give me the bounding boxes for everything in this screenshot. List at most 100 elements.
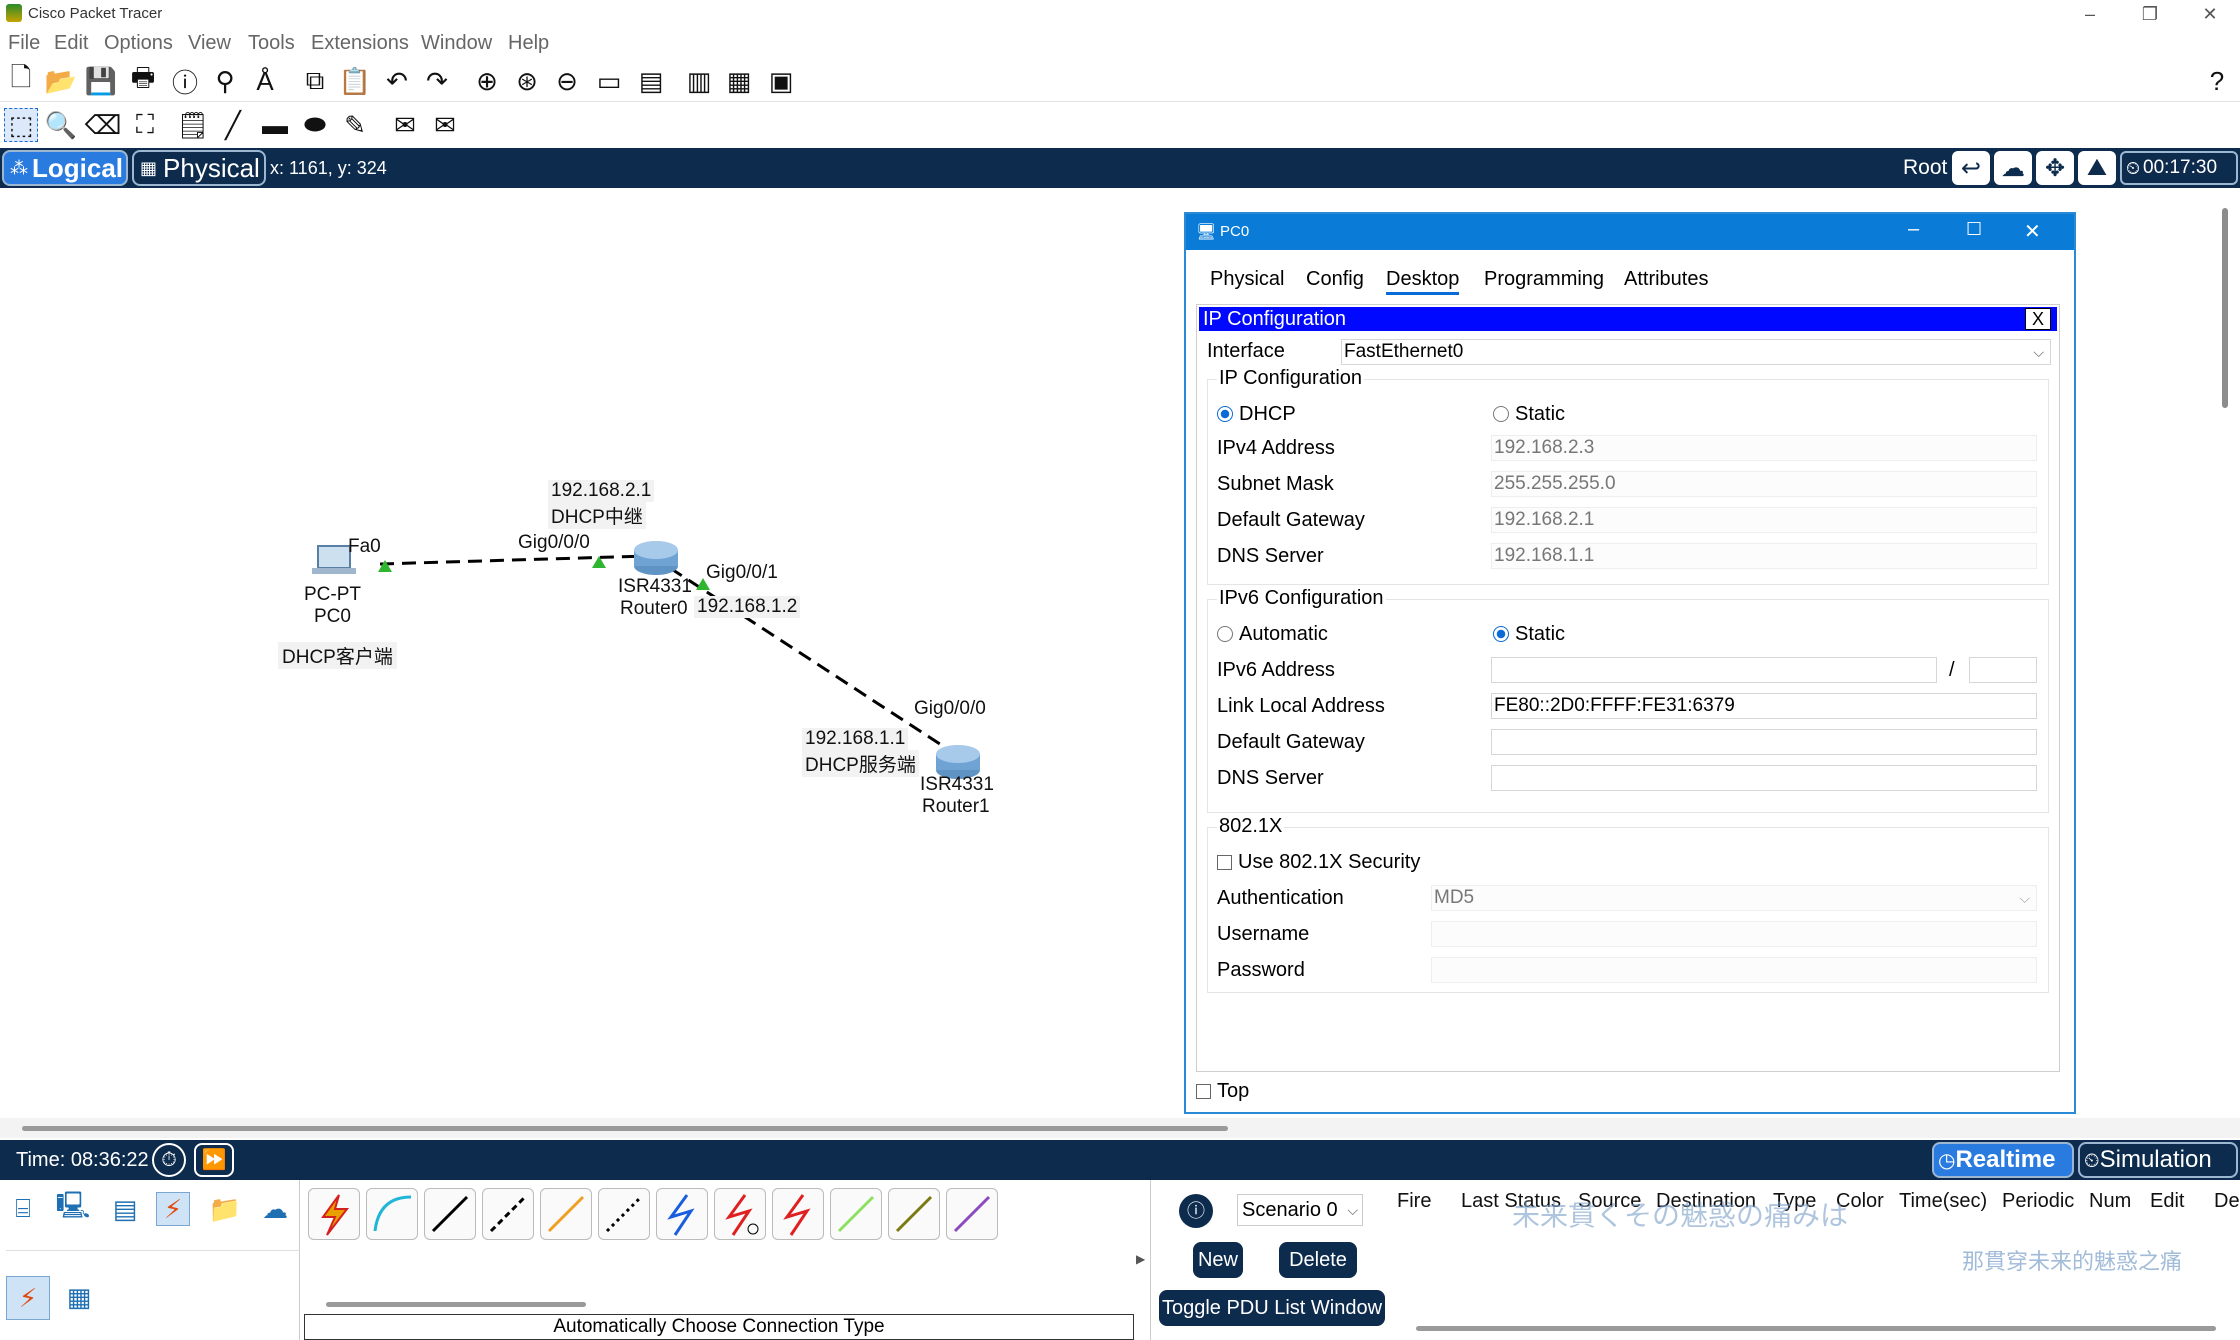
use-dot1x-checkbox[interactable]: Use 802.1X Security: [1217, 851, 1420, 874]
interface-select[interactable]: FastEthernet0 ⌵: [1341, 339, 2051, 365]
tab-programming[interactable]: Programming: [1484, 268, 1604, 291]
console-cable-icon[interactable]: [366, 1188, 418, 1240]
ipv6-automatic-radio[interactable]: Automatic: [1217, 623, 1328, 646]
network-wizard-icon[interactable]: ⚲: [208, 64, 242, 98]
cluster-icon[interactable]: ▦: [722, 64, 756, 98]
zoom-in-icon[interactable]: ⊕: [470, 64, 504, 98]
tab-physical[interactable]: ▦ Physical: [132, 150, 266, 186]
back-icon[interactable]: ↩: [1952, 151, 1990, 185]
octal-cable-icon[interactable]: [830, 1188, 882, 1240]
tab-physical[interactable]: Physical: [1210, 268, 1284, 291]
realtime-mode-button[interactable]: ◷Realtime: [1932, 1142, 2074, 1178]
draw-rectangle-icon[interactable]: ▬: [258, 108, 292, 142]
simulation-mode-button[interactable]: ⏲Simulation: [2078, 1142, 2238, 1178]
ipv4-address-field[interactable]: 192.168.2.3: [1491, 435, 2037, 461]
tab-desktop[interactable]: Desktop: [1386, 268, 1460, 295]
connection-subtype-icon[interactable]: ⚡: [6, 1276, 50, 1320]
menu-tools[interactable]: Tools: [248, 32, 295, 55]
menu-window[interactable]: Window: [421, 32, 492, 55]
serial-dte-icon[interactable]: [772, 1188, 824, 1240]
move-icon[interactable]: ✥: [2036, 151, 2074, 185]
menu-help[interactable]: Help: [508, 32, 549, 55]
usb-cable-icon[interactable]: [946, 1188, 998, 1240]
ipv6-static-radio[interactable]: Static: [1493, 623, 1565, 646]
draw-line-icon[interactable]: ╱: [216, 108, 250, 142]
delete-icon[interactable]: ⌫: [85, 108, 122, 142]
pc0-close-button[interactable]: ✕: [2024, 219, 2041, 244]
restore-button[interactable]: ❐: [2120, 0, 2180, 28]
select-icon[interactable]: ⬚: [4, 108, 38, 142]
ipv6-dns-field[interactable]: [1491, 765, 2037, 791]
authentication-select[interactable]: MD5 ⌵: [1431, 885, 2037, 911]
static-ipv4-radio[interactable]: Static: [1493, 403, 1565, 426]
menu-options[interactable]: Options: [104, 32, 173, 55]
ipv6-address-field[interactable]: [1491, 657, 1937, 683]
menu-edit[interactable]: Edit: [54, 32, 88, 55]
ipv4-gateway-field[interactable]: 192.168.2.1: [1491, 507, 2037, 533]
grid-icon[interactable]: ▦: [62, 1280, 96, 1314]
cloud-icon[interactable]: ☁: [1994, 151, 2032, 185]
delete-scenario-button[interactable]: Delete: [1279, 1242, 1357, 1278]
username-field[interactable]: [1431, 921, 2037, 947]
coaxial-icon[interactable]: [656, 1188, 708, 1240]
connections-icon[interactable]: ⚡: [156, 1192, 190, 1226]
redo-icon[interactable]: ↷: [420, 64, 454, 98]
background-icon[interactable]: ⛰: [2078, 151, 2116, 185]
pdu-list-scrollbar[interactable]: [1416, 1326, 2216, 1331]
zoom-out-icon[interactable]: ⊖: [550, 64, 584, 98]
open-folder-icon[interactable]: 📂: [44, 64, 78, 98]
scenario-info-icon[interactable]: ⓘ: [1179, 1194, 1213, 1228]
draw-ellipse-icon[interactable]: ⬬: [298, 108, 332, 142]
pc0-maximize-button[interactable]: ☐: [1966, 219, 1982, 240]
scenario-select[interactable]: Scenario 0 ⌵: [1237, 1194, 1363, 1226]
collapse-arrow-icon[interactable]: ▶: [1136, 1252, 1145, 1266]
serial-dce-icon[interactable]: [714, 1188, 766, 1240]
ipv4-dns-field[interactable]: 192.168.1.1: [1491, 543, 2037, 569]
reset-time-icon[interactable]: ⏱: [152, 1143, 186, 1177]
print-icon[interactable]: 🖶: [126, 62, 160, 98]
place-note-icon[interactable]: 🗒: [176, 108, 210, 142]
new-file-icon[interactable]: 🗋: [4, 62, 38, 98]
ipv6-gateway-field[interactable]: [1491, 729, 2037, 755]
dhcp-radio[interactable]: DHCP: [1217, 403, 1296, 426]
top-checkbox[interactable]: Top: [1196, 1080, 1249, 1103]
copper-straight-icon[interactable]: [424, 1188, 476, 1240]
phone-cable-icon[interactable]: [598, 1188, 650, 1240]
menu-extensions[interactable]: Extensions: [311, 32, 409, 55]
help-icon[interactable]: ?: [2200, 64, 2234, 98]
fiber-icon[interactable]: [540, 1188, 592, 1240]
zoom-reset-icon[interactable]: ⊛: [510, 64, 544, 98]
activity-wizard-icon[interactable]: Å: [248, 64, 282, 98]
add-simple-pdu-icon[interactable]: ✉: [388, 108, 422, 142]
network-devices-icon[interactable]: ⌸: [6, 1192, 40, 1226]
drawing-palette-icon[interactable]: ▭: [592, 64, 626, 98]
undo-icon[interactable]: ↶: [380, 64, 414, 98]
components-icon[interactable]: ▤: [108, 1192, 142, 1226]
freeform-icon[interactable]: ✎: [338, 108, 372, 142]
connection-panel-scrollbar[interactable]: [326, 1302, 586, 1307]
copper-cross-icon[interactable]: [482, 1188, 534, 1240]
paste-icon[interactable]: 📋: [338, 64, 372, 98]
menu-file[interactable]: File: [8, 32, 40, 55]
add-complex-pdu-icon[interactable]: ✉: [428, 108, 462, 142]
ipv6-prefix-field[interactable]: [1969, 657, 2037, 683]
password-field[interactable]: [1431, 957, 2037, 983]
info-icon[interactable]: ⓘ: [168, 64, 202, 98]
vertical-scrollbar[interactable]: [2222, 208, 2228, 408]
horizontal-scrollbar[interactable]: [22, 1126, 1228, 1131]
resize-shape-icon[interactable]: ⛶: [128, 108, 162, 142]
custom-device-icon[interactable]: ▤: [634, 64, 668, 98]
tab-config[interactable]: Config: [1306, 268, 1364, 291]
camera-icon[interactable]: ▣: [764, 64, 798, 98]
iot-custom-cable-icon[interactable]: [888, 1188, 940, 1240]
multiuser-icon[interactable]: ☁: [258, 1192, 292, 1226]
pdu-list-icon[interactable]: ▥: [682, 64, 716, 98]
new-scenario-button[interactable]: New: [1193, 1242, 1243, 1278]
end-devices-icon[interactable]: 🖳: [56, 1190, 91, 1226]
save-icon[interactable]: 💾: [84, 64, 118, 98]
tab-logical[interactable]: ⁂ Logical: [2, 150, 128, 186]
link-local-field[interactable]: FE80::2D0:FFFF:FE31:6379: [1491, 693, 2037, 719]
inspect-icon[interactable]: 🔍: [44, 108, 78, 142]
pc0-minimize-button[interactable]: –: [1908, 218, 1919, 241]
fast-forward-icon[interactable]: ⏩: [194, 1143, 234, 1177]
